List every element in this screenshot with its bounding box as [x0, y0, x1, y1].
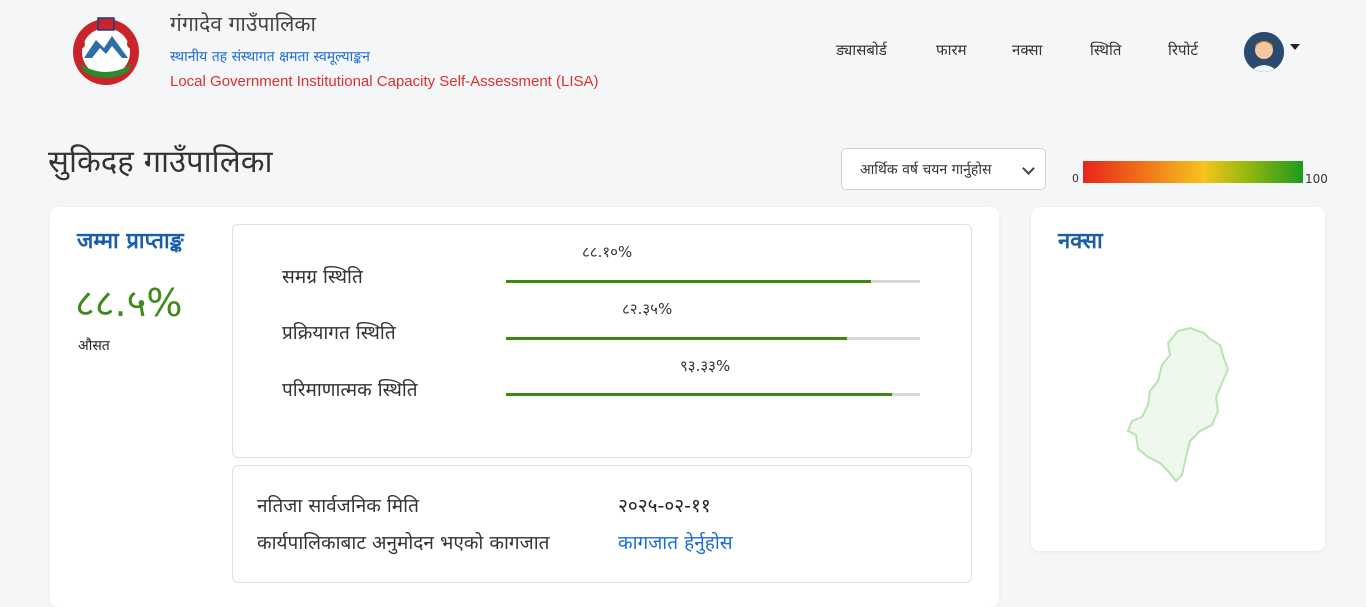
procedural-status-progress — [506, 337, 920, 340]
user-avatar[interactable] — [1244, 32, 1284, 72]
overall-status-label: समग्र स्थिति — [282, 266, 363, 288]
progress-fill — [506, 393, 893, 396]
scale-max-label: 100 — [1305, 172, 1328, 186]
nepal-emblem-logo — [66, 14, 146, 88]
procedural-status-label: प्रक्रियागत स्थिति — [282, 322, 396, 344]
view-document-link[interactable]: कागजात हेर्नुहोस — [618, 529, 733, 555]
quantitative-status-progress — [506, 393, 920, 396]
total-score-label: औसत — [78, 338, 110, 354]
app-subtitle-en: Local Government Institutional Capacity … — [170, 73, 599, 90]
overall-status-percent: ८८.१०% — [582, 243, 633, 261]
app-subtitle: स्थानीय तह संस्थागत क्षमता स्वमूल्याङ्कन — [170, 49, 370, 65]
total-score-title: जम्मा प्राप्ताङ्क — [77, 229, 184, 254]
scale-min-label: 0 — [1072, 172, 1079, 185]
map-title: नक्सा — [1058, 229, 1103, 254]
fiscal-year-select-value: आर्थिक वर्ष चयन गार्नुहोस — [860, 162, 992, 178]
quantitative-status-label: परिमाणात्मक स्थिति — [282, 379, 418, 401]
fiscal-year-select[interactable]: आर्थिक वर्ष चयन गार्नुहोस — [841, 148, 1046, 190]
nav-dashboard[interactable]: ड्यासबोर्ड — [836, 40, 887, 60]
municipality-map[interactable] — [1120, 325, 1235, 485]
user-menu-caret-icon[interactable] — [1290, 44, 1300, 50]
publish-date-label: नतिजा सार्वजनिक मिति — [257, 495, 419, 517]
progress-fill — [506, 280, 871, 283]
nav-form[interactable]: फारम — [936, 40, 967, 60]
score-color-scale — [1083, 161, 1303, 183]
municipality-title: गंगादेव गाउँपालिका — [170, 12, 316, 36]
progress-fill — [506, 337, 847, 340]
overall-status-progress — [506, 280, 920, 283]
page-title: सुकिदह गाउँपालिका — [48, 144, 273, 180]
nav-status[interactable]: स्थिति — [1090, 40, 1121, 60]
quantitative-status-percent: ९३.३३% — [680, 357, 731, 375]
approved-doc-label: कार्यपालिकाबाट अनुमोदन भएको कागजात — [257, 532, 550, 554]
publish-date-value: २०२५-०२-११ — [618, 495, 711, 517]
total-score-value: ८८.५% — [75, 281, 183, 325]
procedural-status-percent: ८२.३५% — [622, 300, 673, 318]
nav-map[interactable]: नक्सा — [1012, 40, 1042, 60]
chevron-down-icon — [1022, 162, 1035, 175]
nav-report[interactable]: रिपोर्ट — [1168, 40, 1198, 60]
results-panel — [232, 465, 972, 583]
